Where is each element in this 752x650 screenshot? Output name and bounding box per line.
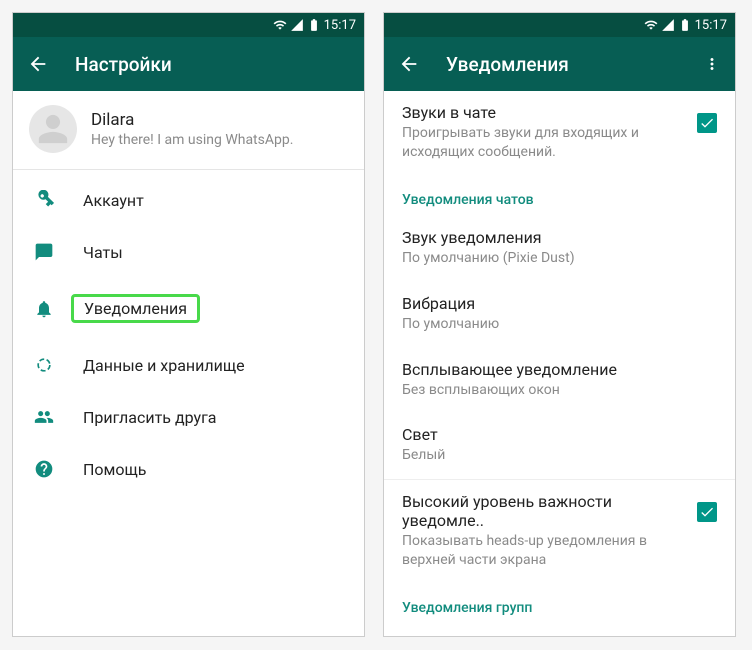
avatar [29, 105, 77, 153]
menu-help[interactable]: Помощь [13, 443, 364, 495]
battery-icon [678, 18, 692, 32]
pref-title: Свет [402, 425, 717, 444]
clock: 15:17 [695, 18, 727, 33]
pref-high-priority[interactable]: Высокий уровень важности уведомле.. Пока… [384, 480, 735, 584]
app-bar: Уведомления [384, 37, 735, 91]
bell-icon [33, 299, 55, 319]
status-bar: 15:17 [384, 13, 735, 37]
pref-chat-popup[interactable]: Всплывающее уведомление Без всплывающих … [384, 348, 735, 414]
key-icon [33, 190, 55, 210]
menu-label: Помощь [83, 460, 146, 479]
signal-icon [661, 18, 675, 32]
pref-sub: Белый [402, 446, 717, 465]
menu-label: Чаты [83, 243, 123, 262]
clock: 15:17 [324, 18, 356, 33]
pref-title: Высокий уровень важности уведомле.. [402, 492, 687, 530]
chat-icon [33, 242, 55, 262]
pref-chat-light[interactable]: Свет Белый [384, 413, 735, 479]
pref-conversation-sounds[interactable]: Звуки в чате Проигрывать звуки для входя… [384, 91, 735, 176]
menu-label: Аккаунт [83, 191, 144, 210]
profile-status: Hey there! I am using WhatsApp. [91, 132, 293, 148]
pref-title: Звуки в чате [402, 103, 687, 122]
pref-sub: По умолчанию (Pixie Dust) [402, 249, 717, 268]
pref-chat-tone[interactable]: Звук уведомления По умолчанию (Pixie Dus… [384, 216, 735, 282]
data-icon [33, 355, 55, 375]
menu-label: Уведомления [84, 299, 187, 318]
menu-account[interactable]: Аккаунт [13, 174, 364, 226]
profile-name: Dilara [91, 110, 293, 130]
pref-title: Всплывающее уведомление [402, 360, 717, 379]
menu-label: Данные и хранилище [83, 356, 245, 375]
section-chats: Уведомления чатов [384, 176, 735, 216]
help-icon [33, 459, 55, 479]
pref-title: Вибрация [402, 294, 717, 313]
page-title: Настройки [75, 53, 350, 76]
pref-title: Звук уведомления [402, 228, 717, 247]
pref-chat-vibrate[interactable]: Вибрация По умолчанию [384, 282, 735, 348]
menu-notifications[interactable]: Уведомления [13, 278, 364, 339]
people-icon [33, 407, 55, 427]
pref-sub: Проигрывать звуки для входящих и исходящ… [402, 124, 687, 162]
section-groups: Уведомления групп [384, 584, 735, 624]
settings-screen: 15:17 Настройки Dilara Hey there! I am u… [12, 12, 365, 637]
divider [13, 169, 364, 170]
profile-row[interactable]: Dilara Hey there! I am using WhatsApp. [13, 91, 364, 169]
menu-label: Пригласить друга [83, 408, 217, 427]
menu-data-storage[interactable]: Данные и хранилище [13, 339, 364, 391]
back-icon[interactable] [398, 53, 420, 75]
app-bar: Настройки [13, 37, 364, 91]
menu-invite[interactable]: Пригласить друга [13, 391, 364, 443]
checkbox-checked[interactable] [697, 502, 717, 522]
wifi-icon [644, 18, 658, 32]
status-bar: 15:17 [13, 13, 364, 37]
wifi-icon [273, 18, 287, 32]
back-icon[interactable] [27, 53, 49, 75]
pref-sub: Без всплывающих окон [402, 381, 717, 400]
signal-icon [290, 18, 304, 32]
notifications-screen: 15:17 Уведомления Звуки в чате Проигрыва… [383, 12, 736, 637]
highlighted-item: Уведомления [71, 294, 200, 323]
page-title: Уведомления [446, 53, 677, 76]
pref-group-tone[interactable]: Звук уведомления По умолчанию (Pixie Dus… [384, 624, 735, 636]
pref-sub: По умолчанию [402, 315, 717, 334]
settings-content: Dilara Hey there! I am using WhatsApp. А… [13, 91, 364, 636]
menu-chats[interactable]: Чаты [13, 226, 364, 278]
battery-icon [307, 18, 321, 32]
pref-sub: Показывать heads-up уведомления в верхне… [402, 532, 687, 570]
notifications-content: Звуки в чате Проигрывать звуки для входя… [384, 91, 735, 636]
checkbox-checked[interactable] [697, 113, 717, 133]
more-icon[interactable] [703, 53, 721, 75]
